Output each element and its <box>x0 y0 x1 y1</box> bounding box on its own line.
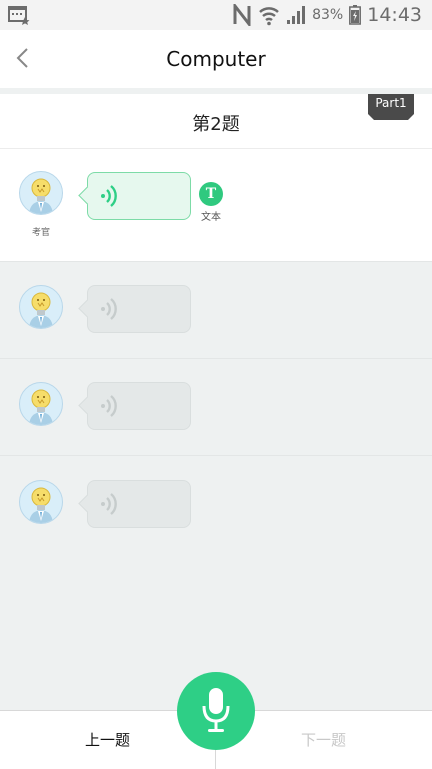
sound-wave-icon <box>101 298 117 320</box>
audio-bubble[interactable] <box>78 285 191 333</box>
page-title: Computer <box>166 47 266 71</box>
sound-wave-icon <box>101 395 117 417</box>
audio-bubble-active[interactable] <box>78 172 191 220</box>
lightbulb-examiner-icon <box>29 389 53 425</box>
show-text-label: 文本 <box>201 212 221 223</box>
dialogue-row <box>0 456 432 552</box>
show-text-button[interactable]: T <box>199 182 223 206</box>
dialogue-row-active: 考官 T 文本 <box>0 149 432 262</box>
record-button[interactable] <box>177 672 255 750</box>
battery-percent: 83% <box>312 7 344 23</box>
audio-bubble[interactable] <box>78 480 191 528</box>
examiner-avatar <box>19 285 63 329</box>
audio-bubble[interactable] <box>78 382 191 430</box>
wifi-icon <box>259 7 279 26</box>
dialogue-row <box>0 359 432 456</box>
app-header: Computer <box>0 30 432 88</box>
status-time: 14:43 <box>367 4 422 26</box>
examiner-avatar <box>19 480 63 524</box>
question-header: 第2题 Part1 <box>0 94 432 149</box>
status-bar: 83% 14:43 <box>0 0 432 30</box>
sound-wave-icon <box>101 185 117 207</box>
sound-wave-icon <box>101 493 117 515</box>
part-tag: Part1 <box>368 94 414 120</box>
signal-icon <box>287 6 306 24</box>
nfc-icon <box>233 4 251 26</box>
examiner-label: 考官 <box>31 228 50 238</box>
battery-icon <box>349 5 362 25</box>
dialogue-row <box>0 262 432 359</box>
microphone-icon <box>202 688 230 732</box>
part-label: Part1 <box>375 96 407 110</box>
examiner-avatar <box>19 382 63 426</box>
lightbulb-examiner-icon <box>29 292 53 328</box>
calendar-notification-icon <box>8 6 30 25</box>
lightbulb-examiner-icon <box>29 178 53 214</box>
examiner-avatar <box>19 171 63 215</box>
lightbulb-examiner-icon <box>29 487 53 523</box>
